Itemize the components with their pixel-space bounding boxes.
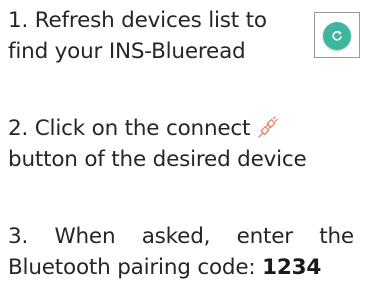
step-3-instruction: 3. When asked, enter the Bluetooth pairi… [8, 221, 354, 283]
step-3-line-1: 3. When asked, enter the [8, 221, 354, 252]
step-3-line-2: Bluetooth pairing code: 1234 [8, 252, 354, 283]
step-3-word: enter [236, 224, 294, 249]
step-1-line-1: 1. Refresh devices list to [8, 8, 267, 33]
step-3-word: When [54, 224, 116, 249]
step-1-line-2: find your INS-Blueread [8, 39, 246, 64]
step-3-word: 3. [8, 224, 29, 249]
pairing-code: 1234 [262, 255, 322, 280]
refresh-button-illustration [314, 12, 360, 58]
refresh-button[interactable] [323, 22, 351, 50]
step-2-line-2: button of the desired device [8, 147, 307, 172]
step-2-instruction: 2. Click on the connect button of the de… [8, 113, 328, 175]
step-2-line-1: 2. Click on the connect [8, 113, 328, 144]
step-3-word: the [319, 224, 354, 249]
step-3-line-2-text: Bluetooth pairing code: [8, 255, 256, 280]
step-2-line-1-text: 2. Click on the connect [8, 116, 251, 141]
connect-plug-icon [256, 116, 280, 147]
step-3-word: asked, [141, 224, 211, 249]
step-1-instruction: 1. Refresh devices list to find your INS… [8, 5, 308, 67]
refresh-icon [332, 31, 342, 41]
